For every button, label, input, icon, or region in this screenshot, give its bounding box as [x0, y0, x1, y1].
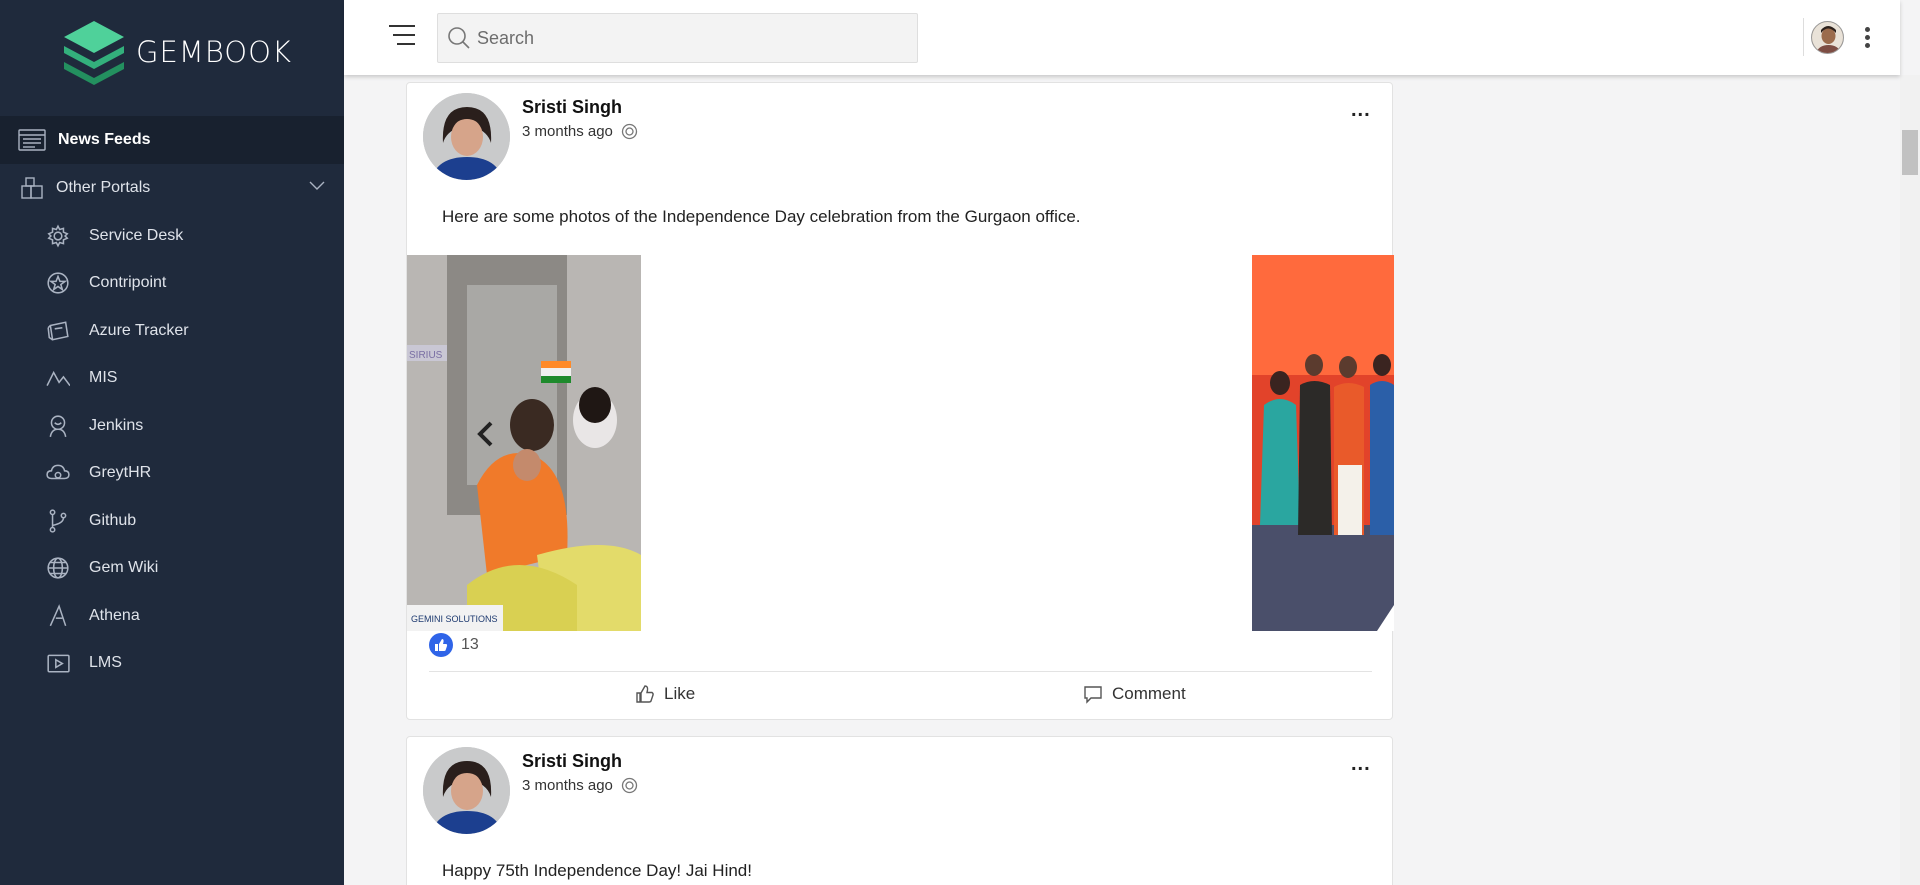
- sidebar-item-label: LMS: [89, 654, 122, 672]
- post-time: 3 months ago: [522, 777, 638, 794]
- sidebar-item-lms[interactable]: LMS: [0, 640, 344, 688]
- more-options-button[interactable]: [1863, 27, 1871, 49]
- photo-carousel[interactable]: SIRIUS GEMINI SOLUTIONS: [407, 255, 1394, 631]
- tracker-icon: [44, 318, 72, 344]
- like-count: 13: [461, 636, 479, 653]
- author-name[interactable]: Sristi Singh: [522, 97, 622, 118]
- search-input[interactable]: [477, 27, 897, 49]
- user-avatar[interactable]: [1811, 21, 1844, 54]
- sidebar-item-gem-wiki[interactable]: Gem Wiki: [0, 545, 344, 593]
- jenkins-icon: [44, 413, 72, 439]
- sidebar-item-service-desk[interactable]: Service Desk: [0, 212, 344, 260]
- sidebar-item-label: MIS: [89, 369, 118, 387]
- gear-icon: [44, 223, 72, 249]
- newsfeed-icon: [18, 129, 46, 151]
- carousel-photo[interactable]: [1252, 255, 1394, 631]
- post-menu-button[interactable]: ...: [1351, 754, 1371, 774]
- sidebar-item-label: GreytHR: [89, 464, 152, 482]
- sidebar-item-label: Gem Wiki: [89, 559, 159, 577]
- sidebar: GEMBOOK News Feeds Other Portals Service…: [0, 0, 344, 885]
- reaction-summary[interactable]: 13: [429, 633, 479, 657]
- sidebar-group-other-portals[interactable]: Other Portals: [0, 164, 344, 212]
- sidebar-item-news-feeds[interactable]: News Feeds: [0, 116, 344, 164]
- sidebar-item-github[interactable]: Github: [0, 497, 344, 545]
- layers-logo-icon: [64, 21, 124, 85]
- sidebar-item-label: News Feeds: [58, 131, 151, 148]
- triangle-icon: [44, 603, 72, 629]
- page-scrollbar-thumb[interactable]: [1902, 130, 1918, 175]
- sidebar-item-athena[interactable]: Athena: [0, 592, 344, 640]
- sidebar-item-contripoint[interactable]: Contripoint: [0, 260, 344, 308]
- sidebar-item-label: Jenkins: [89, 416, 144, 434]
- author-avatar[interactable]: [423, 747, 510, 834]
- play-screen-icon: [44, 650, 72, 676]
- star-badge-icon: [44, 270, 72, 296]
- sidebar-group-label: Other Portals: [56, 179, 151, 196]
- menu-toggle-button[interactable]: [389, 25, 415, 47]
- author-avatar[interactable]: [423, 93, 510, 180]
- svg-text:SIRIUS: SIRIUS: [409, 350, 443, 361]
- page-scrollbar[interactable]: [1900, 75, 1920, 885]
- feed-post: Sristi Singh 3 months ago ... Happy 75th…: [406, 736, 1393, 885]
- photo-caption: GEMINI SOLUTIONS: [411, 614, 498, 624]
- public-audience-icon: [621, 123, 638, 140]
- feed-post: Sristi Singh 3 months ago ... Here are s…: [406, 82, 1394, 720]
- portals-icon: [21, 177, 43, 199]
- search-box[interactable]: [437, 13, 918, 63]
- carousel-photo[interactable]: SIRIUS GEMINI SOLUTIONS: [407, 255, 641, 631]
- comment-button[interactable]: Comment: [1083, 684, 1186, 704]
- sidebar-item-label: Azure Tracker: [89, 321, 189, 339]
- sidebar-item-label: Athena: [89, 606, 140, 624]
- git-branch-icon: [44, 508, 72, 534]
- comment-icon: [1084, 686, 1102, 704]
- post-text: Happy 75th Independence Day! Jai Hind!: [442, 861, 752, 880]
- post-time: 3 months ago: [522, 123, 638, 140]
- topbar-divider: [1803, 18, 1804, 56]
- post-menu-button[interactable]: ...: [1351, 100, 1371, 120]
- like-button[interactable]: Like: [635, 684, 695, 704]
- sidebar-item-azure-tracker[interactable]: Azure Tracker: [0, 307, 344, 355]
- public-audience-icon: [621, 777, 638, 794]
- post-timestamp: 3 months ago: [522, 123, 613, 140]
- brand-logo[interactable]: GEMBOOK: [0, 0, 344, 104]
- globe-icon: [44, 555, 72, 581]
- sidebar-item-mis[interactable]: MIS: [0, 355, 344, 403]
- sidebar-item-greythr[interactable]: GreytHR: [0, 450, 344, 498]
- post-text: Here are some photos of the Independence…: [442, 207, 1081, 226]
- search-icon: [448, 27, 470, 49]
- sidebar-item-jenkins[interactable]: Jenkins: [0, 402, 344, 450]
- chart-line-icon: [44, 365, 72, 391]
- carousel-prev-icon[interactable]: [473, 419, 499, 449]
- chevron-down-icon[interactable]: [308, 179, 326, 191]
- brand-name: GEMBOOK: [136, 35, 292, 69]
- like-button-label: Like: [664, 684, 696, 703]
- cloud-icon: [44, 460, 72, 486]
- comment-button-label: Comment: [1112, 684, 1186, 703]
- sidebar-item-label: Contripoint: [89, 274, 167, 292]
- post-timestamp: 3 months ago: [522, 777, 613, 794]
- like-reaction-icon: [429, 633, 453, 657]
- post-divider: [429, 671, 1372, 672]
- sidebar-item-label: Github: [89, 511, 137, 529]
- sidebar-item-label: Service Desk: [89, 226, 184, 244]
- topbar: [344, 0, 1900, 75]
- thumbs-up-icon: [636, 685, 654, 703]
- author-name[interactable]: Sristi Singh: [522, 751, 622, 772]
